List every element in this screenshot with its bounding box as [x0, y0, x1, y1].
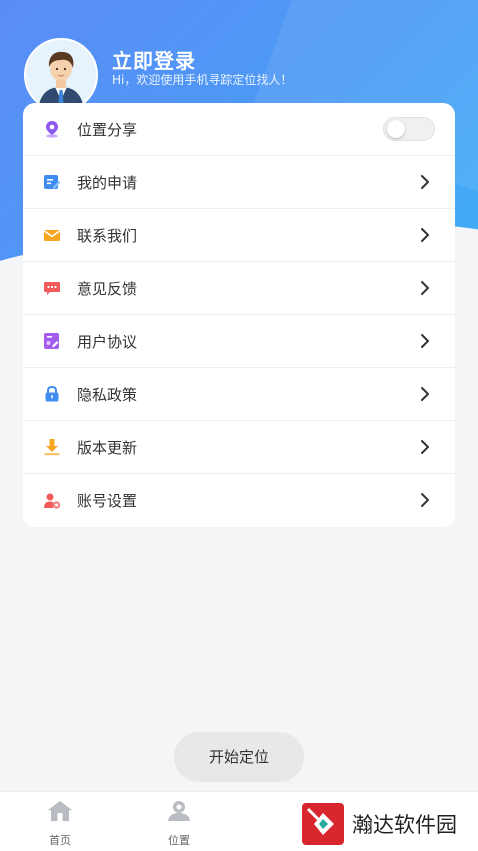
- tab-label: 位置: [168, 834, 190, 847]
- download-icon: [43, 438, 61, 456]
- menu-item-my-applications[interactable]: 我的申请: [23, 156, 455, 209]
- menu-item-label: 版本更新: [77, 438, 138, 457]
- envelope-icon: [43, 226, 61, 244]
- menu-item-label: 我的申请: [77, 173, 138, 192]
- user-avatar-icon: [26, 40, 96, 110]
- menu-item-label: 联系我们: [77, 226, 138, 245]
- menu-item-label: 隐私政策: [77, 385, 138, 404]
- location-person-icon: [168, 801, 190, 821]
- chevron-right-icon: [421, 281, 429, 295]
- watermark-text: 瀚达软件园: [352, 813, 457, 837]
- toggle-knob: [387, 120, 405, 138]
- user-settings-icon: [43, 492, 61, 510]
- menu-item-label: 位置分享: [77, 120, 138, 139]
- handa-logo-icon: [302, 803, 344, 845]
- menu-item-label: 用户协议: [77, 332, 138, 351]
- tab-location[interactable]: 位置: [149, 800, 209, 848]
- tab-label: 首页: [49, 834, 71, 847]
- tab-home[interactable]: 首页: [30, 800, 90, 848]
- chevron-right-icon: [421, 228, 429, 242]
- home-icon: [48, 801, 72, 821]
- menu-item-label: 账号设置: [77, 492, 138, 510]
- menu-card: 位置分享 我的申请 联系我们 意见反馈 用户协议 隐私政策 版本更新 账号设置: [23, 103, 455, 527]
- watermark: 瀚达软件园: [300, 800, 457, 848]
- menu-item-contact-us[interactable]: 联系我们: [23, 209, 455, 262]
- location-pin-icon: [43, 120, 61, 138]
- menu-item-user-agreement[interactable]: 用户协议: [23, 315, 455, 368]
- menu-item-label: 意见反馈: [77, 279, 138, 298]
- chevron-right-icon: [421, 387, 429, 401]
- avatar[interactable]: [24, 38, 98, 112]
- chevron-right-icon: [421, 334, 429, 348]
- start-locating-button[interactable]: 开始定位: [174, 732, 304, 782]
- chevron-right-icon: [421, 493, 429, 507]
- menu-item-account-settings[interactable]: 账号设置: [23, 474, 455, 527]
- menu-item-feedback[interactable]: 意见反馈: [23, 262, 455, 315]
- menu-item-privacy-policy[interactable]: 隐私政策: [23, 368, 455, 421]
- edit-document-icon: [43, 173, 61, 191]
- login-title[interactable]: 立即登录: [112, 45, 196, 74]
- menu-item-version-update[interactable]: 版本更新: [23, 421, 455, 474]
- welcome-subtitle: Hi，欢迎使用手机寻踪定位找人！: [112, 73, 293, 87]
- chat-bubble-icon: [43, 279, 61, 297]
- lock-icon: [43, 385, 61, 403]
- chevron-right-icon: [421, 175, 429, 189]
- menu-item-location-share: 位置分享: [23, 103, 455, 156]
- agreement-icon: [43, 332, 61, 350]
- location-share-toggle[interactable]: [383, 117, 435, 141]
- chevron-right-icon: [421, 440, 429, 454]
